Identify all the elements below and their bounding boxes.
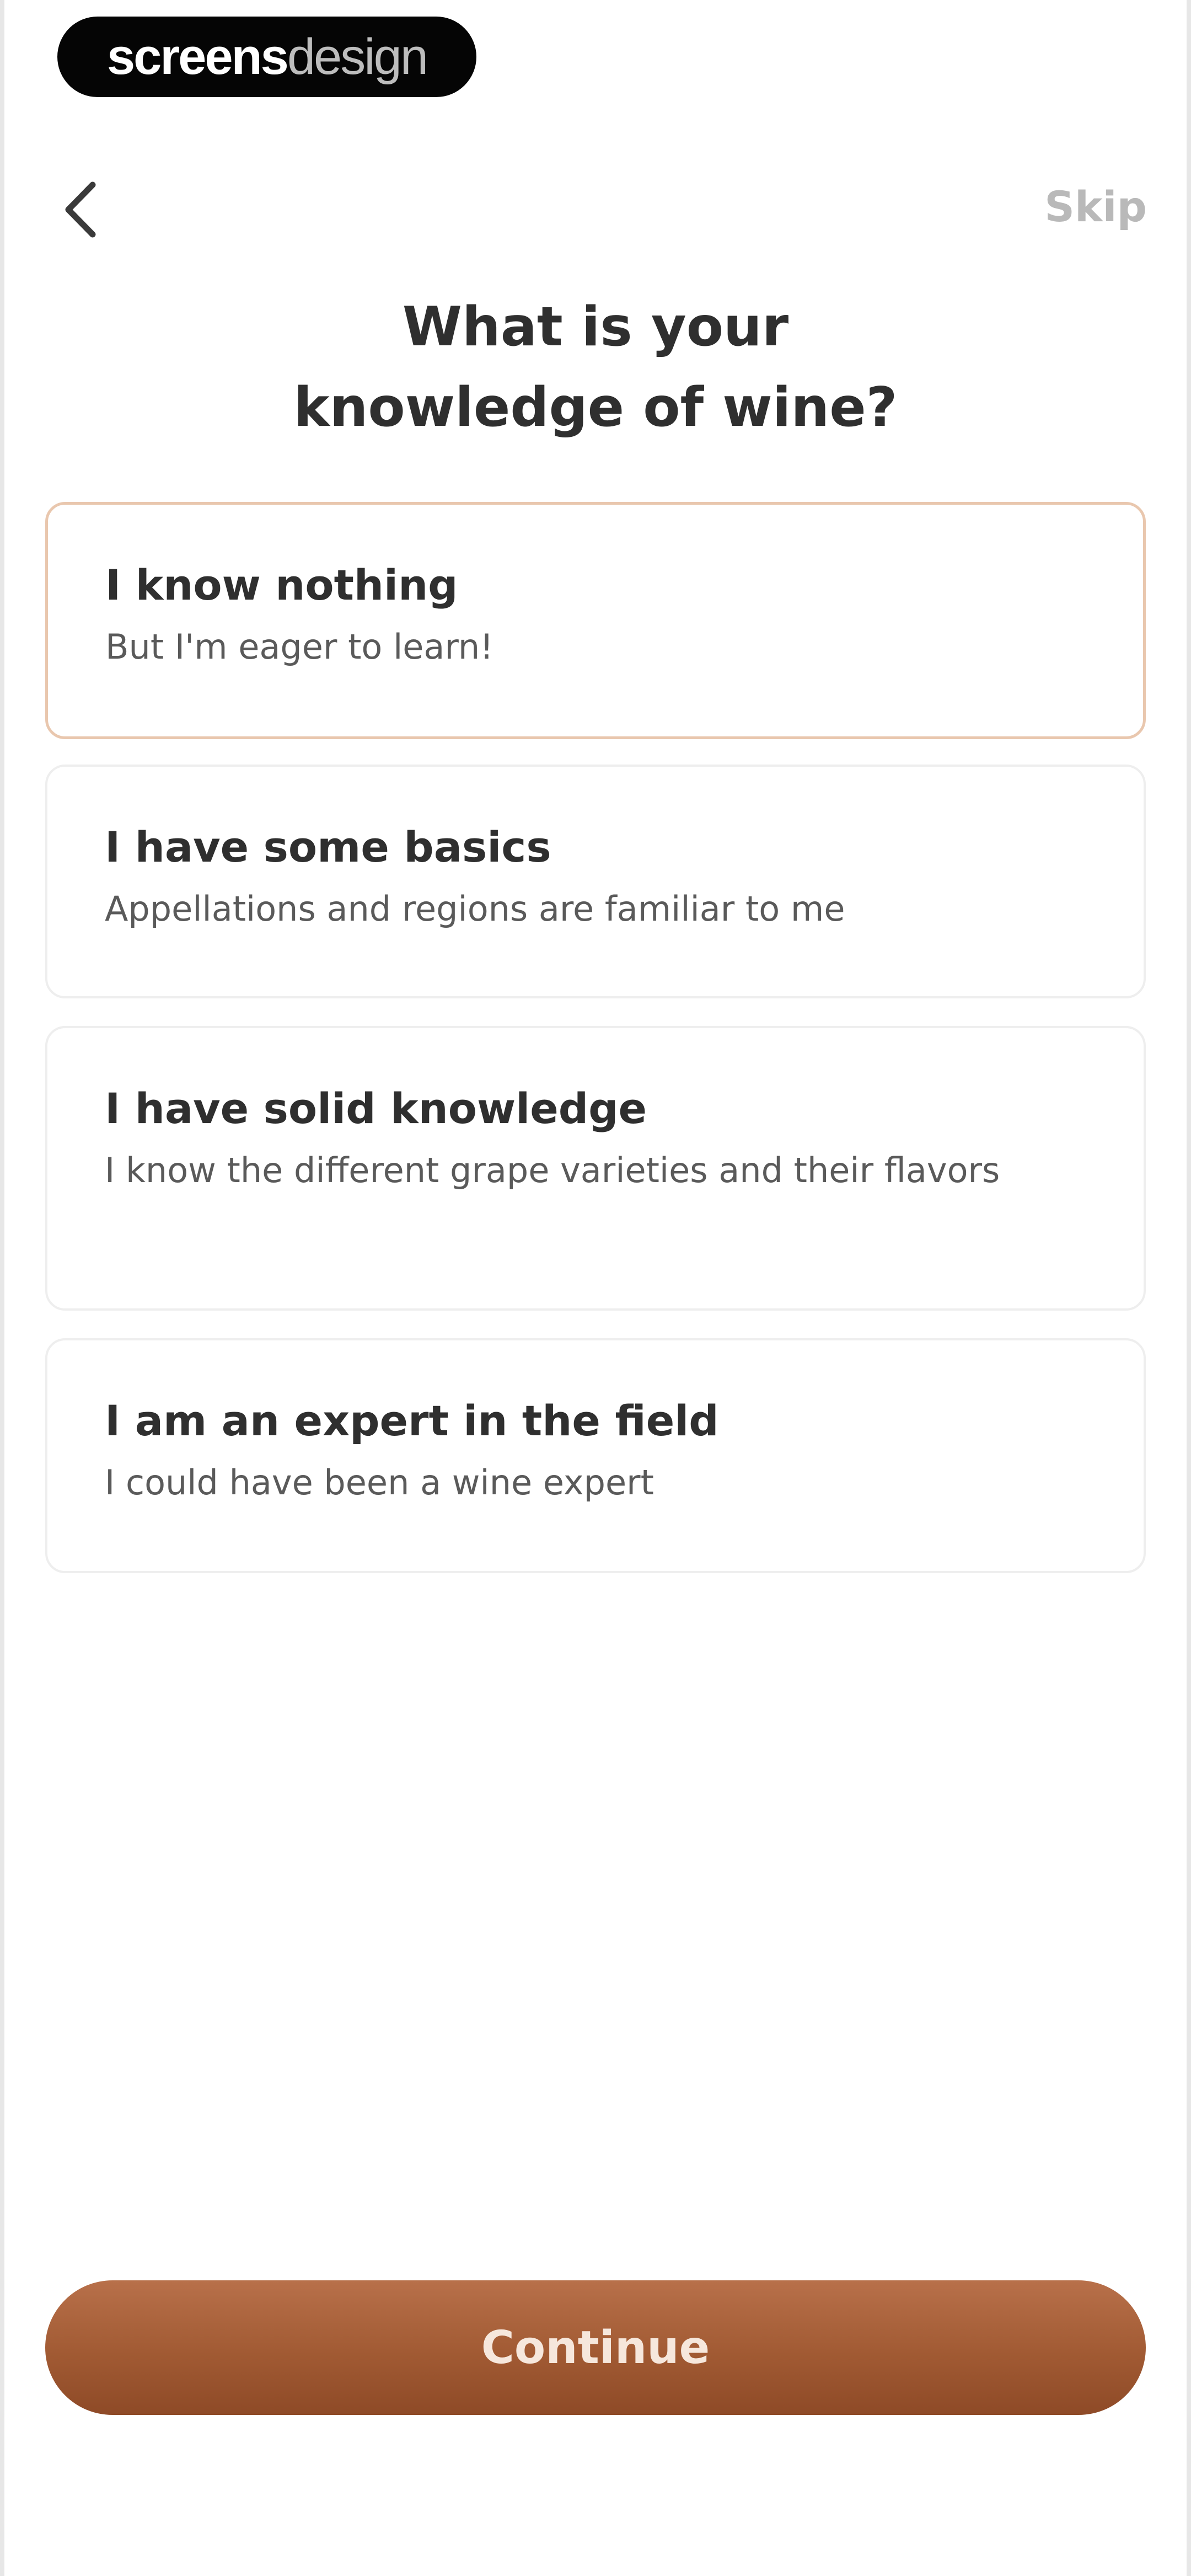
option-subtitle: But I'm eager to learn! (105, 627, 493, 667)
option-subtitle: Appellations and regions are familiar to… (105, 889, 845, 929)
option-expert[interactable]: I am an expert in the field I could have… (45, 1338, 1146, 1573)
option-title: I have some basics (105, 822, 551, 872)
question-title: What is your knowledge of wine? (293, 296, 898, 439)
brand-logo: screens design (57, 17, 476, 97)
option-title: I know nothing (105, 560, 458, 610)
chevron-left-icon (65, 181, 96, 238)
option-title: I have solid knowledge (105, 1084, 647, 1133)
option-title: I am an expert in the field (105, 1396, 719, 1445)
option-know-nothing[interactable]: I know nothing But I'm eager to learn! (45, 502, 1146, 739)
option-subtitle: I know the different grape varieties and… (105, 1150, 1000, 1190)
continue-button[interactable]: Continue (45, 2280, 1146, 2415)
brand-logo-bold: screens (107, 29, 289, 85)
skip-button[interactable]: Skip (1044, 182, 1147, 231)
option-some-basics[interactable]: I have some basics Appellations and regi… (45, 765, 1146, 998)
option-subtitle: I could have been a wine expert (105, 1462, 654, 1503)
brand-logo-light: design (287, 29, 428, 85)
back-button[interactable] (50, 171, 110, 248)
option-solid-knowledge[interactable]: I have solid knowledge I know the differ… (45, 1026, 1146, 1311)
